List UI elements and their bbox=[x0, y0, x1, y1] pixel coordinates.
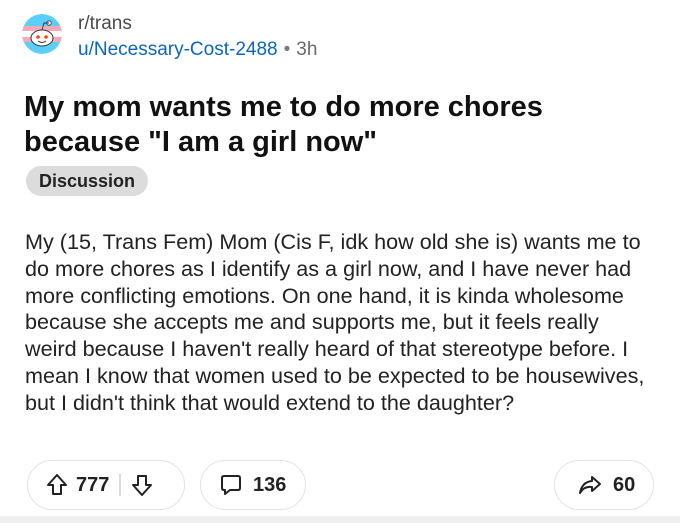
bottom-divider bbox=[0, 516, 680, 523]
post-body: My (15, Trans Fem) Mom (Cis F, idk how o… bbox=[25, 229, 645, 415]
upvote-count: 777 bbox=[76, 473, 110, 496]
arrow-up-icon[interactable] bbox=[46, 473, 68, 497]
share-arrow-icon bbox=[577, 473, 603, 497]
speech-bubble-icon bbox=[219, 473, 243, 497]
username-link[interactable]: u/Necessary-Cost-2488 bbox=[78, 39, 278, 60]
byline-separator: • bbox=[283, 39, 291, 60]
post-byline: u/Necessary-Cost-2488 • 3h bbox=[78, 39, 317, 61]
post-age: 3h bbox=[296, 39, 318, 60]
post-title[interactable]: My mom wants me to do more chores becaus… bbox=[24, 90, 644, 160]
vote-control: 777 bbox=[27, 460, 185, 510]
post-header: r/trans u/Necessary-Cost-2488 • 3h bbox=[22, 10, 662, 60]
comment-count: 136 bbox=[253, 473, 287, 496]
share-button[interactable]: 60 bbox=[554, 460, 654, 510]
post-flair-badge[interactable]: Discussion bbox=[26, 166, 149, 196]
share-count: 60 bbox=[613, 473, 636, 496]
arrow-down-icon[interactable] bbox=[131, 473, 153, 497]
subreddit-name[interactable]: r/trans bbox=[78, 13, 132, 35]
subreddit-avatar-icon[interactable] bbox=[22, 14, 62, 54]
post-action-bar: 777 136 60 bbox=[0, 460, 680, 510]
comments-button[interactable]: 136 bbox=[200, 460, 306, 510]
vote-divider bbox=[119, 474, 121, 496]
